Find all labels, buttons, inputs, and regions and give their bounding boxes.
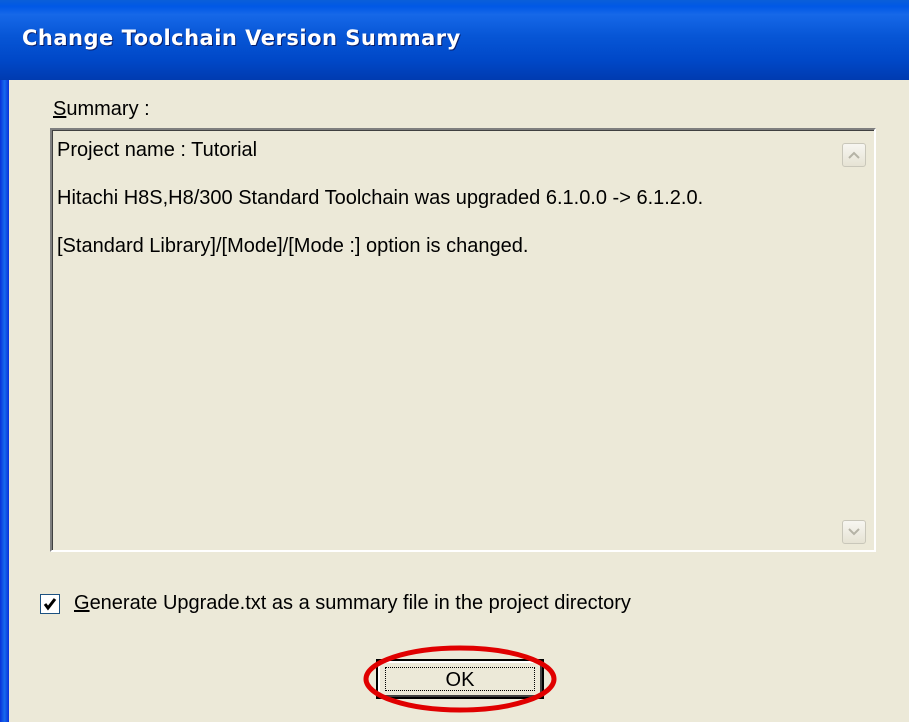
chevron-down-icon	[848, 528, 860, 536]
chevron-up-icon	[848, 151, 860, 159]
summary-line-toolchain: Hitachi H8S,H8/300 Standard Toolchain wa…	[57, 187, 704, 209]
summary-text-area-inner: Project name : Tutorial Hitachi H8S,H8/3…	[52, 130, 874, 550]
generate-upgrade-checkbox[interactable]	[40, 594, 60, 614]
summary-line-project: Project name : Tutorial	[57, 139, 258, 161]
window-frame-left	[0, 80, 9, 722]
summary-label: Summary :	[53, 98, 150, 120]
scroll-down-button[interactable]	[842, 520, 866, 544]
dialog-window: Change Toolchain Version Summary Summary…	[0, 0, 909, 722]
summary-text-area[interactable]: Project name : Tutorial Hitachi H8S,H8/3…	[50, 128, 876, 552]
checkmark-icon	[43, 598, 57, 611]
generate-upgrade-label[interactable]: Generate Upgrade.txt as a summary file i…	[74, 592, 631, 615]
ok-button[interactable]: OK	[376, 659, 544, 699]
summary-line-option: [Standard Library]/[Mode]/[Mode :] optio…	[57, 235, 529, 257]
scroll-up-button[interactable]	[842, 143, 866, 167]
window-title: Change Toolchain Version Summary	[22, 26, 461, 50]
title-bar[interactable]: Change Toolchain Version Summary	[0, 0, 909, 80]
ok-button-label: OK	[445, 669, 475, 691]
